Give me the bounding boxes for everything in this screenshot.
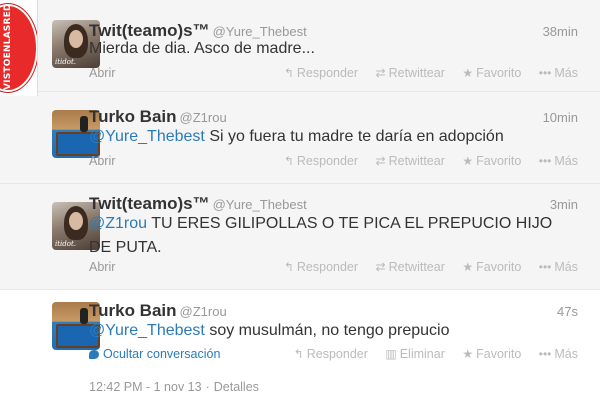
more-icon: ••• bbox=[538, 154, 552, 168]
user-fullname[interactable]: Turko Bain bbox=[89, 107, 177, 126]
tweet-actions-row: Ocultar conversación ↰ Responder ▥ Elimina… bbox=[89, 347, 578, 363]
retweet-button[interactable]: ⇄ Retwittear bbox=[376, 154, 445, 168]
tweet-body: Si yo fuera tu madre te daría en adopció… bbox=[204, 128, 504, 145]
reply-button[interactable]: ↰ Responder bbox=[294, 347, 368, 361]
tweet-body: TU ERES GILIPOLLAS O TE PICA EL PREPUCIO… bbox=[89, 215, 553, 256]
watermark-text: VISTOENLASREDES bbox=[3, 0, 13, 90]
tweet-actions: ↰ Responder ⇄ Retwittear ★ Favorito ••• Más bbox=[270, 66, 578, 80]
user-fullname[interactable]: Turko Bain bbox=[89, 301, 177, 320]
tweet-actions: ↰ Responder ⇄ Retwittear ★ Favorito ••• Más bbox=[270, 260, 578, 274]
retweet-icon: ⇄ bbox=[375, 260, 386, 274]
tweet-actions-row: Abrir ↰ Responder ⇄ Retwittear ★ Favorito •… bbox=[89, 260, 578, 276]
user-handle[interactable]: @Z1rou bbox=[180, 110, 227, 125]
tweet-text: @Z1rou TU ERES GILIPOLLAS O TE PICA EL P… bbox=[89, 212, 559, 260]
more-label: Más bbox=[554, 260, 578, 274]
trash-icon: ▥ bbox=[385, 347, 397, 361]
timestamp-text[interactable]: 12:42 PM - 1 nov 13 bbox=[89, 380, 202, 394]
more-button[interactable]: ••• Más bbox=[539, 260, 578, 274]
retweet-label: Retwittear bbox=[388, 154, 445, 168]
reply-icon: ↰ bbox=[293, 347, 304, 361]
more-icon: ••• bbox=[538, 347, 552, 361]
star-icon: ★ bbox=[462, 66, 474, 80]
mention-link[interactable]: @Z1rou bbox=[89, 215, 147, 232]
tweet-actions-row: Abrir ↰ Responder ⇄ Retwittear ★ Favorito •… bbox=[89, 154, 578, 170]
retweet-label: Retwittear bbox=[388, 66, 445, 80]
reply-label: Responder bbox=[296, 66, 359, 80]
tweet-item-expanded[interactable]: Turko Bain @Z1rou 47s @Yure_Thebest soy m… bbox=[0, 290, 600, 413]
user-fullname[interactable]: Twit(teamo)s™ bbox=[89, 194, 210, 213]
retweet-icon: ⇄ bbox=[375, 66, 386, 80]
more-label: Más bbox=[554, 347, 578, 361]
open-link[interactable]: Abrir bbox=[89, 66, 115, 80]
tweet-text: @Yure_Thebest soy musulmán, no tengo pre… bbox=[89, 319, 559, 343]
tweet-item[interactable]: itidot. Twit(teamo)s™ @Yure_Thebest 3min … bbox=[0, 184, 600, 290]
delete-button[interactable]: ▥ Eliminar bbox=[385, 347, 445, 361]
hide-conversation-link[interactable]: Ocultar conversación bbox=[89, 347, 220, 361]
more-button[interactable]: ••• Más bbox=[539, 154, 578, 168]
tweet-actions-row: Abrir ↰ Responder ⇄ Retwittear ★ Favorito •… bbox=[89, 66, 578, 82]
reply-icon: ↰ bbox=[283, 260, 294, 274]
tweet-time[interactable]: 10min bbox=[543, 110, 578, 125]
reply-button[interactable]: ↰ Responder bbox=[284, 260, 358, 274]
mention-link[interactable]: @Yure_Thebest bbox=[89, 322, 205, 339]
watermark-badge: VISTOENLASREDES bbox=[0, 0, 38, 96]
mention-link[interactable]: @Yure_Thebest bbox=[89, 128, 205, 145]
reply-label: Responder bbox=[296, 260, 359, 274]
tweet-item[interactable]: Turko Bain @Z1rou 10min @Yure_Thebest Si … bbox=[0, 92, 600, 184]
tweet-timestamp: 12:42 PM - 1 nov 13 · Detalles bbox=[89, 380, 259, 394]
reply-icon: ↰ bbox=[283, 154, 294, 168]
retweet-label: Retwittear bbox=[388, 260, 445, 274]
favorite-button[interactable]: ★ Favorito bbox=[462, 347, 521, 361]
star-icon: ★ bbox=[462, 260, 474, 274]
favorite-label: Favorito bbox=[476, 154, 522, 168]
hide-conversation-label: Ocultar conversación bbox=[103, 347, 221, 361]
more-label: Más bbox=[554, 154, 578, 168]
avatar-caption: itidot. bbox=[55, 240, 77, 248]
more-button[interactable]: ••• Más bbox=[539, 66, 578, 80]
reply-button[interactable]: ↰ Responder bbox=[284, 66, 358, 80]
tweet-header: Turko Bain @Z1rou bbox=[89, 301, 227, 321]
reply-label: Responder bbox=[296, 154, 359, 168]
separator: · bbox=[205, 380, 210, 394]
more-icon: ••• bbox=[538, 260, 552, 274]
favorite-label: Favorito bbox=[476, 347, 522, 361]
user-handle[interactable]: @Z1rou bbox=[180, 304, 227, 319]
favorite-button[interactable]: ★ Favorito bbox=[462, 260, 521, 274]
tweet-time[interactable]: 47s bbox=[557, 304, 578, 319]
tweet-body: soy musulmán, no tengo prepucio bbox=[204, 322, 450, 339]
favorite-label: Favorito bbox=[476, 260, 522, 274]
star-icon: ★ bbox=[462, 154, 474, 168]
conversation-icon bbox=[89, 350, 99, 359]
tweet-text: @Yure_Thebest Si yo fuera tu madre te da… bbox=[89, 125, 559, 149]
tweet-header: Twit(teamo)s™ @Yure_Thebest bbox=[89, 194, 307, 214]
tweet-header: Turko Bain @Z1rou bbox=[89, 107, 227, 127]
reply-button[interactable]: ↰ Responder bbox=[284, 154, 358, 168]
retweet-button[interactable]: ⇄ Retwittear bbox=[376, 66, 445, 80]
tweet-actions: ↰ Responder ⇄ Retwittear ★ Favorito ••• Más bbox=[270, 154, 578, 168]
retweet-button[interactable]: ⇄ Retwittear bbox=[376, 260, 445, 274]
favorite-button[interactable]: ★ Favorito bbox=[462, 154, 521, 168]
tweet-text: Mierda de dia. Asco de madre... bbox=[89, 37, 559, 61]
star-icon: ★ bbox=[462, 347, 474, 361]
retweet-icon: ⇄ bbox=[375, 154, 386, 168]
more-label: Más bbox=[554, 66, 578, 80]
favorite-button[interactable]: ★ Favorito bbox=[462, 66, 521, 80]
user-handle[interactable]: @Yure_Thebest bbox=[213, 197, 307, 212]
open-link[interactable]: Abrir bbox=[89, 260, 115, 274]
avatar-caption: itidot. bbox=[55, 58, 77, 66]
details-link[interactable]: Detalles bbox=[214, 380, 259, 394]
tweet-body: Mierda de dia. Asco de madre... bbox=[89, 40, 315, 57]
favorite-label: Favorito bbox=[476, 66, 522, 80]
tweet-actions: ↰ Responder ▥ Eliminar ★ Favorito ••• Más bbox=[280, 347, 578, 361]
more-button[interactable]: ••• Más bbox=[539, 347, 578, 361]
reply-icon: ↰ bbox=[283, 66, 294, 80]
open-link[interactable]: Abrir bbox=[89, 154, 115, 168]
delete-label: Eliminar bbox=[399, 347, 445, 361]
tweet-item[interactable]: itidot. Twit(teamo)s™ @Yure_Thebest 38min… bbox=[0, 0, 600, 92]
tweet-time[interactable]: 3min bbox=[550, 197, 578, 212]
more-icon: ••• bbox=[538, 66, 552, 80]
reply-label: Responder bbox=[306, 347, 368, 361]
